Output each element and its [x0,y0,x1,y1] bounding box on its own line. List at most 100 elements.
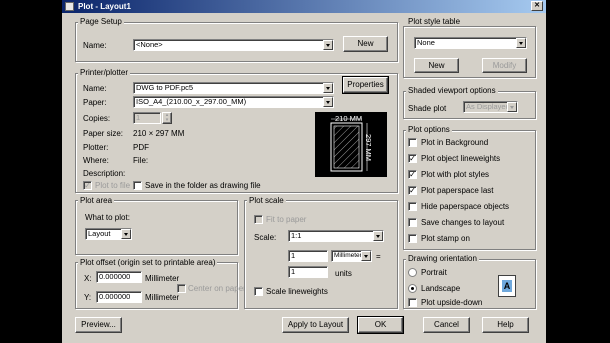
plot-option-label: Plot with plot styles [421,170,490,179]
printer-name-label: Name: [83,84,107,93]
title-bar[interactable]: Plot - Layout1 ✕ [62,0,546,13]
plot-option-checkbox[interactable] [408,202,417,211]
plot-option-label: Plot object lineweights [421,154,501,163]
printer-name-value: DWG to PDF.pc5 [136,83,194,92]
paper-size-value: 210 × 297 MM [133,129,185,138]
close-button[interactable]: ✕ [531,1,543,11]
save-in-folder-label: Save in the folder as drawing file [145,181,261,190]
paper-dropdown[interactable]: ISO_A4_(210.00_x_297.00_MM) [133,96,334,108]
plot-style-value: None [417,38,435,47]
center-on-paper-checkbox[interactable] [177,284,186,293]
scale-equals: = [376,252,381,261]
plot-option-checkbox[interactable]: ✓ [408,170,417,179]
cancel-button[interactable]: Cancel [423,317,470,333]
chevron-down-icon [373,231,383,241]
page-setup-name-label: Name: [83,41,107,50]
upside-down-label: Plot upside-down [421,298,483,307]
plot-offset-title: Plot offset (origin set to printable are… [78,258,218,267]
fit-to-paper-checkbox[interactable] [254,215,263,224]
offset-y-label: Y: [84,293,92,302]
center-on-paper-label: Center on paper [188,284,246,293]
preview-button[interactable]: Preview... [75,317,122,333]
plot-option-label: Plot stamp on [421,234,470,243]
upside-down-checkbox[interactable] [408,298,417,307]
plot-option-label: Plot in Background [421,138,489,147]
plot-options-title: Plot options [406,125,452,134]
ok-button[interactable]: OK [357,316,404,334]
scale-units-label: units [335,269,352,278]
shade-plot-dropdown[interactable]: As Displayed [463,101,518,113]
chevron-down-icon [323,40,333,50]
portrait-radio[interactable] [408,268,417,277]
scale-dropdown[interactable]: 1:1 [288,230,384,242]
paper-preview: 210 MM 297 MM [315,112,387,177]
paper-value: ISO_A4_(210.00_x_297.00_MM) [136,97,247,106]
plot-style-title: Plot style table [406,17,463,26]
plot-style-dropdown[interactable]: None [414,37,527,49]
plot-option-checkbox[interactable] [408,218,417,227]
landscape-radio[interactable] [408,284,417,293]
plot-style-modify-button[interactable]: Modify [482,58,527,73]
chevron-down-icon [516,38,526,48]
plot-option-checkbox[interactable]: ✓ [408,186,417,195]
scale-unit-value: Millimeter [334,252,362,259]
window-title: Plot - Layout1 [78,2,131,11]
preview-height-label: 297 MM [364,133,374,162]
shade-plot-value: As Displayed [466,102,510,111]
plot-to-file-label: Plot to file [95,181,131,190]
properties-button[interactable]: Properties [342,76,389,94]
plot-option-checkbox[interactable]: ✓ [408,154,417,163]
help-button[interactable]: Help [482,317,529,333]
page-setup-new-button[interactable]: New [343,36,388,52]
what-to-plot-value: Layout [88,229,111,238]
portrait-label: Portrait [421,268,447,277]
plot-to-file-checkbox[interactable]: ✓ [83,181,92,190]
offset-y-input[interactable]: 0.000000 [96,291,142,303]
chevron-down-icon [507,102,517,112]
offset-x-label: X: [84,274,92,283]
page-setup-name-value: <None> [136,40,163,49]
printer-title: Printer/plotter [78,68,131,77]
plot-dialog: Plot - Layout1 ✕ Page Setup Name: <None>… [62,0,546,343]
apply-to-layout-button[interactable]: Apply to Layout [282,317,349,333]
plot-area-title: Plot area [78,196,115,205]
chevron-down-icon [323,83,333,93]
description-label: Description: [83,169,126,178]
page-setup-title: Page Setup [78,17,124,26]
save-in-folder-checkbox[interactable] [133,181,142,190]
chevron-down-icon [361,251,371,261]
offset-y-unit: Millimeter [145,293,180,302]
what-to-plot-dropdown[interactable]: Layout [85,228,132,240]
fit-to-paper-label: Fit to paper [266,215,307,224]
paper-size-label: Paper size: [83,129,124,138]
preview-width-label: 210 MM [335,114,363,123]
plot-option-label: Plot paperspace last [421,186,494,195]
paper-label: Paper: [83,98,107,107]
orientation-letter: A [502,280,512,292]
plot-option-checkbox[interactable] [408,138,417,147]
plot-option-label: Save changes to layout [421,218,505,227]
plot-option-checkbox[interactable] [408,234,417,243]
chevron-down-icon [323,97,333,107]
landscape-icon: A [498,275,516,297]
offset-x-input[interactable]: 0.000000 [96,271,142,283]
where-value: File: [133,156,149,165]
printer-name-dropdown[interactable]: DWG to PDF.pc5 [133,82,334,94]
chevron-down-icon [121,229,131,239]
offset-x-unit: Millimeter [145,274,180,283]
orientation-title: Drawing orientation [406,254,479,263]
landscape-label: Landscape [421,284,461,293]
shaded-title: Shaded viewport options [406,86,498,95]
scale-lineweights-label: Scale lineweights [266,287,328,296]
plot-style-new-button[interactable]: New [414,58,459,73]
copies-label: Copies: [83,114,111,123]
plotter-label: Plotter: [83,143,109,152]
page-setup-name-dropdown[interactable]: <None> [133,39,334,51]
scale-number-1-input[interactable]: 1 [288,250,328,262]
copies-input[interactable]: 1 [133,112,161,124]
plotter-value: PDF [133,143,149,152]
scale-number-2-input[interactable]: 1 [288,266,328,278]
scale-unit-dropdown[interactable]: Millimeter [331,250,372,262]
copies-spinner[interactable]: ▴ ▾ [162,112,172,124]
scale-lineweights-checkbox[interactable] [254,287,263,296]
